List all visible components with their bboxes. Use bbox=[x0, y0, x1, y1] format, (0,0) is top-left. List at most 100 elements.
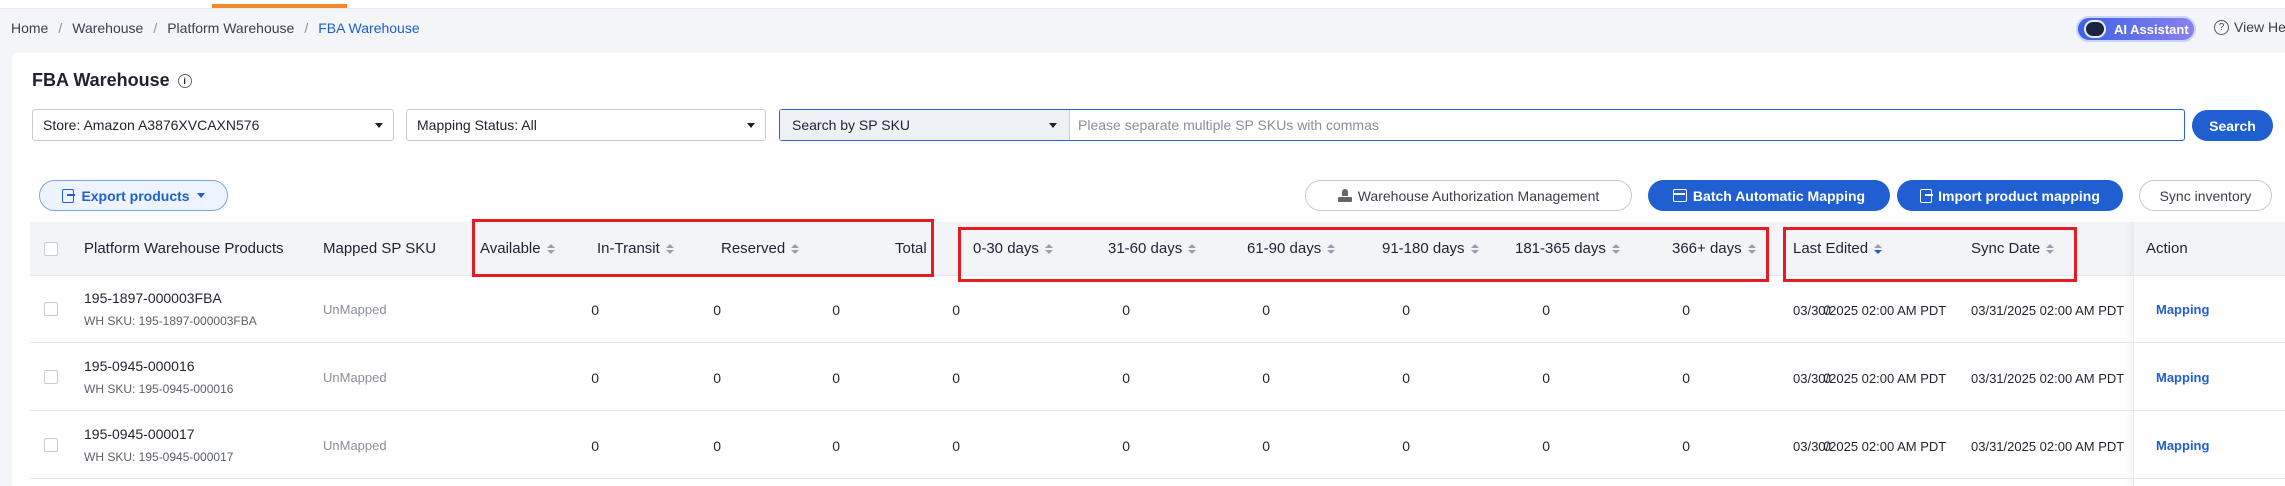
available-value: 0 bbox=[591, 370, 599, 386]
d61-90-value: 0 bbox=[1402, 370, 1410, 386]
page-title: FBA Warehouse i bbox=[32, 70, 192, 91]
sort-icon bbox=[546, 243, 555, 254]
breadcrumb-separator: / bbox=[153, 20, 158, 36]
search-input[interactable] bbox=[1070, 110, 2184, 140]
col-mapped-sku: Mapped SP SKU bbox=[323, 240, 437, 257]
sort-icon bbox=[1470, 243, 1479, 254]
d91-180-value: 0 bbox=[1542, 370, 1550, 386]
sort-icon bbox=[2046, 243, 2055, 254]
action-column-divider bbox=[2133, 222, 2285, 486]
wh-sku: WH SKU: 195-0945-000017 bbox=[84, 450, 234, 464]
breadcrumb-platform-warehouse[interactable]: Platform Warehouse bbox=[167, 20, 294, 36]
breadcrumb-home[interactable]: Home bbox=[11, 20, 48, 36]
search-group: Search by SP SKU bbox=[779, 109, 2185, 141]
in-transit-value: 0 bbox=[713, 370, 721, 386]
view-help-link[interactable]: ? View He bbox=[2214, 19, 2285, 35]
mapping-status-select[interactable]: Mapping Status: All bbox=[406, 109, 766, 141]
sync-date-value: 03/31/2025 02:00 AM PDT bbox=[1971, 439, 2125, 454]
d0-30-value: 0 bbox=[1122, 438, 1130, 454]
mapped-sku: UnMapped bbox=[323, 302, 387, 317]
mapped-sku: UnMapped bbox=[323, 370, 387, 385]
col-in-transit[interactable]: In-Transit bbox=[597, 240, 674, 257]
last-edited-value: 03/30/2025 02:00 AM PDT bbox=[1793, 439, 1947, 454]
export-products-label: Export products bbox=[81, 187, 190, 204]
col-61-90-days[interactable]: 61-90 days bbox=[1247, 240, 1336, 257]
available-value: 0 bbox=[591, 438, 599, 454]
row-checkbox[interactable] bbox=[44, 302, 58, 316]
col-181-365-days[interactable]: 181-365 days bbox=[1515, 240, 1620, 257]
table-header: Platform Warehouse Products Mapped SP SK… bbox=[30, 222, 2285, 276]
search-type-value: Search by SP SKU bbox=[792, 117, 911, 133]
sort-icon bbox=[1747, 243, 1756, 254]
d91-180-value: 0 bbox=[1542, 438, 1550, 454]
platform-sku: 195-1897-000003FBA bbox=[84, 290, 222, 306]
col-91-180-days[interactable]: 91-180 days bbox=[1382, 240, 1479, 257]
reserved-value: 0 bbox=[832, 370, 840, 386]
row-checkbox[interactable] bbox=[44, 370, 58, 384]
warehouse-auth-label: Warehouse Authorization Management bbox=[1357, 187, 1600, 204]
col-reserved[interactable]: Reserved bbox=[721, 240, 800, 257]
breadcrumb-separator: / bbox=[58, 20, 63, 36]
batch-icon bbox=[1672, 189, 1687, 202]
chevron-down-icon bbox=[1049, 122, 1057, 128]
table-row: 195-1897-000003FBA WH SKU: 195-1897-0000… bbox=[30, 276, 2285, 343]
sort-icon bbox=[1874, 243, 1883, 254]
available-value: 0 bbox=[591, 302, 599, 318]
stamp-icon bbox=[1337, 188, 1352, 203]
chevron-down-icon bbox=[747, 122, 755, 128]
col-0-30-days[interactable]: 0-30 days bbox=[973, 240, 1053, 257]
import-mapping-button[interactable]: Import product mapping bbox=[1897, 180, 2123, 211]
breadcrumb-warehouse[interactable]: Warehouse bbox=[72, 20, 143, 36]
col-total: Total bbox=[895, 240, 927, 257]
last-edited-value: 03/30/2025 02:00 AM PDT bbox=[1793, 371, 1947, 386]
d0-30-value: 0 bbox=[1122, 370, 1130, 386]
in-transit-value: 0 bbox=[713, 302, 721, 318]
breadcrumb-separator: / bbox=[304, 20, 309, 36]
search-button[interactable]: Search bbox=[2192, 110, 2273, 141]
d31-60-value: 0 bbox=[1262, 302, 1270, 318]
info-icon[interactable]: i bbox=[177, 73, 192, 88]
ai-assistant-button[interactable]: AI Assistant bbox=[2076, 16, 2196, 42]
col-product: Platform Warehouse Products bbox=[84, 240, 284, 257]
active-tab-indicator bbox=[212, 4, 347, 8]
select-all-checkbox[interactable] bbox=[44, 242, 58, 256]
col-last-edited[interactable]: Last Edited bbox=[1793, 240, 1883, 257]
total-value: 0 bbox=[952, 370, 960, 386]
sync-inventory-button[interactable]: Sync inventory bbox=[2139, 180, 2272, 211]
d181-365-value: 0 bbox=[1682, 438, 1690, 454]
d181-365-value: 0 bbox=[1682, 370, 1690, 386]
breadcrumb: Home / Warehouse / Platform Warehouse / … bbox=[11, 20, 420, 36]
sort-icon bbox=[1044, 243, 1053, 254]
store-select[interactable]: Store: Amazon A3876XVCAXN576 bbox=[32, 109, 394, 141]
ai-assistant-label: AI Assistant bbox=[2114, 21, 2189, 37]
wh-sku: WH SKU: 195-0945-000016 bbox=[84, 382, 234, 396]
chevron-down-icon bbox=[196, 193, 205, 198]
d0-30-value: 0 bbox=[1122, 302, 1130, 318]
d181-365-value: 0 bbox=[1682, 302, 1690, 318]
col-available[interactable]: Available bbox=[480, 240, 555, 257]
col-366-days[interactable]: 366+ days bbox=[1672, 240, 1756, 257]
table-row: 195-0945-000017 WH SKU: 195-0945-000017 … bbox=[30, 412, 2285, 479]
export-products-button[interactable]: Export products bbox=[39, 180, 228, 211]
import-icon bbox=[1920, 188, 1934, 203]
col-sync-date[interactable]: Sync Date bbox=[1971, 240, 2055, 257]
reserved-value: 0 bbox=[832, 438, 840, 454]
platform-sku: 195-0945-000017 bbox=[84, 426, 195, 442]
table-row: 195-0945-000016 WH SKU: 195-0945-000016 … bbox=[30, 344, 2285, 411]
sort-icon bbox=[1611, 243, 1620, 254]
row-checkbox[interactable] bbox=[44, 438, 58, 452]
chevron-down-icon bbox=[375, 122, 383, 128]
col-31-60-days[interactable]: 31-60 days bbox=[1108, 240, 1197, 257]
sort-icon bbox=[791, 243, 800, 254]
d31-60-value: 0 bbox=[1262, 438, 1270, 454]
batch-mapping-label: Batch Automatic Mapping bbox=[1692, 187, 1866, 204]
sync-date-value: 03/31/2025 02:00 AM PDT bbox=[1971, 303, 2125, 318]
warehouse-auth-button[interactable]: Warehouse Authorization Management bbox=[1305, 180, 1632, 211]
d61-90-value: 0 bbox=[1402, 438, 1410, 454]
total-value: 0 bbox=[952, 302, 960, 318]
last-edited-value: 03/30/2025 02:00 AM PDT bbox=[1793, 303, 1947, 318]
reserved-value: 0 bbox=[832, 302, 840, 318]
d31-60-value: 0 bbox=[1262, 370, 1270, 386]
search-type-select[interactable]: Search by SP SKU bbox=[780, 110, 1070, 140]
batch-mapping-button[interactable]: Batch Automatic Mapping bbox=[1648, 180, 1890, 211]
